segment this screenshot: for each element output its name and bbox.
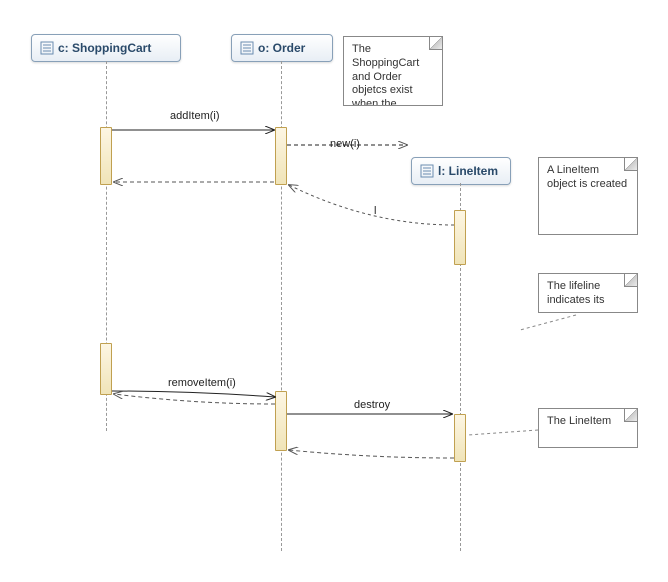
participant-label: l: LineItem — [438, 164, 498, 178]
activation-cart-2 — [100, 343, 112, 395]
message-new: new(i) — [330, 138, 360, 150]
object-icon — [420, 164, 434, 178]
note-initial-objects: The ShoppingCart and Order objetcs exist… — [343, 36, 443, 106]
object-icon — [40, 41, 54, 55]
object-icon — [240, 41, 254, 55]
note-fold-icon — [624, 157, 638, 171]
message-destroy: destroy — [354, 399, 390, 411]
activation-lineitem-1 — [454, 210, 466, 265]
note-lineitem-destroy: The LineItem — [538, 408, 638, 448]
participant-shoppingcart: c: ShoppingCart — [31, 34, 181, 62]
note-lifeline: The lifeline indicates its — [538, 273, 638, 313]
note-fold-icon — [429, 36, 443, 50]
participant-label: o: Order — [258, 41, 305, 55]
note-text: The ShoppingCart and Order objetcs exist… — [352, 43, 419, 106]
activation-lineitem-2 — [454, 414, 466, 462]
activation-order-1 — [275, 127, 287, 185]
note-text: A LineItem object is created — [547, 164, 627, 190]
note-fold-icon — [624, 408, 638, 422]
note-text: The lifeline indicates its — [547, 280, 604, 306]
note-text: The LineItem — [547, 415, 611, 427]
message-additem: addItem(i) — [170, 110, 220, 122]
note-fold-icon — [624, 273, 638, 287]
participant-lineitem: l: LineItem — [411, 157, 511, 185]
message-removeitem: removeItem(i) — [168, 377, 236, 389]
message-return-l: l — [374, 205, 376, 217]
note-lineitem-created: A LineItem object is created — [538, 157, 638, 235]
activation-cart-1 — [100, 127, 112, 185]
participant-label: c: ShoppingCart — [58, 41, 151, 55]
participant-order: o: Order — [231, 34, 333, 62]
activation-order-2 — [275, 391, 287, 451]
